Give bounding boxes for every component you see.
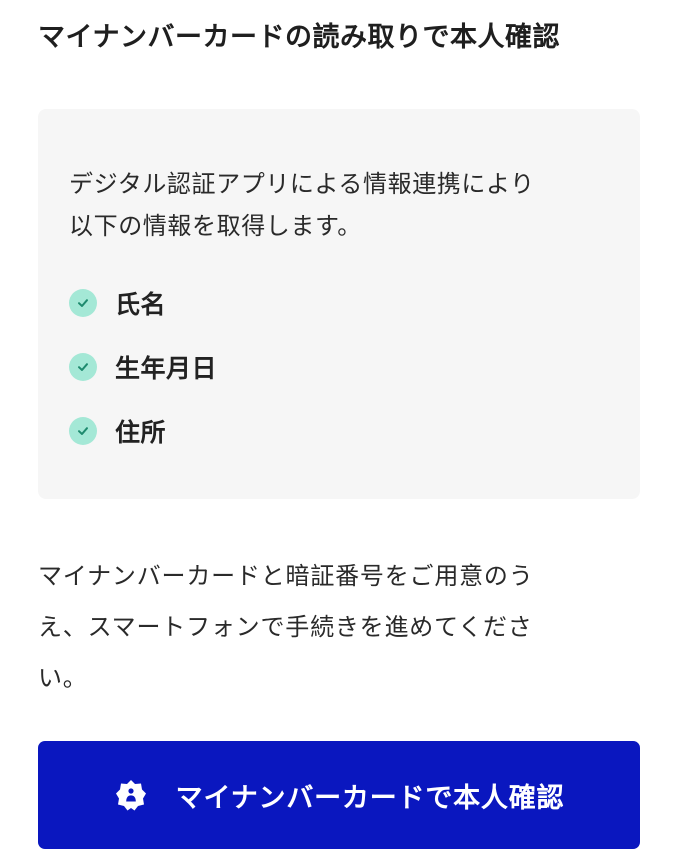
page-container: マイナンバーカードの読み取りで本人確認 デジタル認証アプリによる情報連携により …	[38, 0, 640, 704]
check-icon	[69, 353, 97, 381]
description-line: マイナンバーカードと暗証番号をご用意のう	[38, 562, 534, 590]
info-box: デジタル認証アプリによる情報連携により 以下の情報を取得します。 氏名 生年月日	[38, 109, 640, 499]
list-item-name: 氏名	[69, 271, 612, 335]
list-item-birthdate: 生年月日	[69, 335, 612, 399]
description-line: え、スマートフォンで手続きを進めてくださ	[38, 613, 533, 641]
list-item-label: 住所	[115, 418, 167, 447]
list-item-label: 氏名	[115, 290, 167, 319]
page-title: マイナンバーカードの読み取りで本人確認	[38, 22, 560, 53]
info-intro-text: デジタル認証アプリによる情報連携により 以下の情報を取得します。	[69, 163, 612, 247]
info-intro-line: 以下の情報を取得します。	[69, 212, 362, 240]
acquired-info-list: 氏名 生年月日 住所	[69, 271, 612, 463]
cta-button-label: マイナンバーカードで本人確認	[175, 782, 565, 814]
check-icon	[69, 289, 97, 317]
list-item-label: 生年月日	[115, 354, 218, 383]
list-item-address: 住所	[69, 399, 612, 463]
my-number-card-icon	[114, 778, 148, 812]
check-icon	[69, 417, 97, 445]
description-line: い。	[38, 664, 88, 692]
description-text: マイナンバーカードと暗証番号をご用意のう え、スマートフォンで手続きを進めてくだ…	[38, 551, 640, 704]
verify-with-my-number-card-button[interactable]: マイナンバーカードで本人確認	[38, 741, 640, 849]
info-intro-line: デジタル認証アプリによる情報連携により	[69, 170, 535, 198]
